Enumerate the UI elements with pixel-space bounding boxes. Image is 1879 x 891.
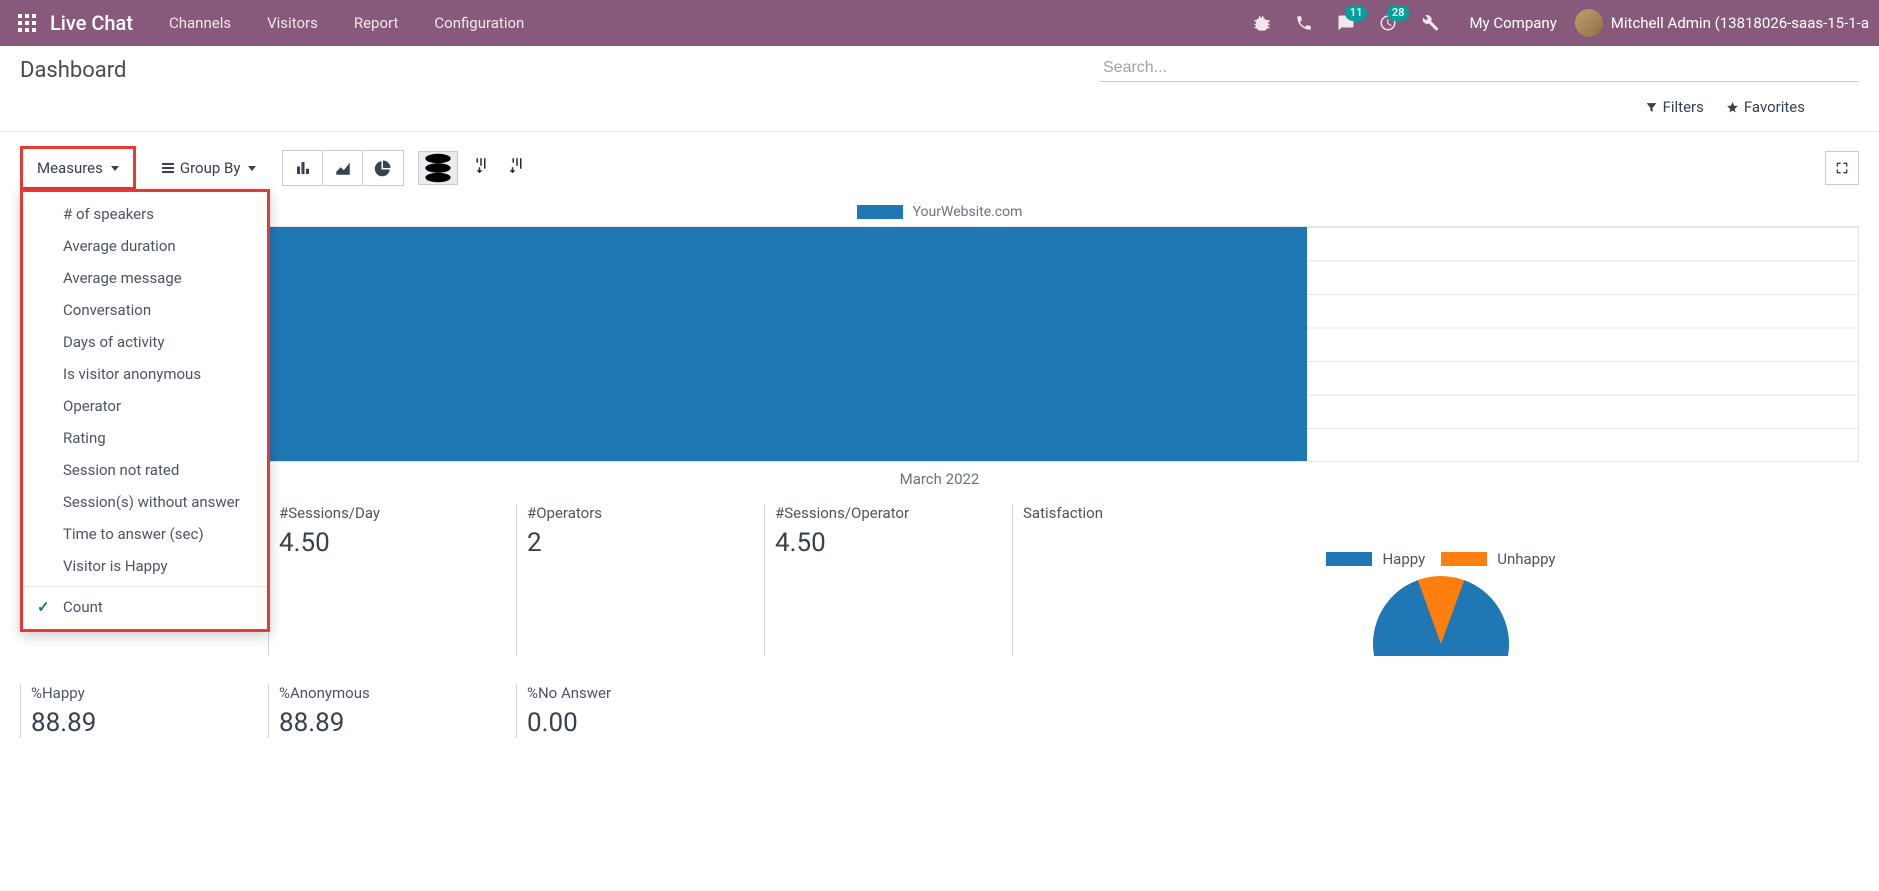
measure-count[interactable]: Count [23,591,267,623]
messages-badge: 11 [1345,5,1368,21]
favorites-label: Favorites [1744,98,1805,116]
stats-row-1: .. #Sessions/Day 4.50 #Operators 2 #Sess… [0,504,1879,656]
top-navbar: Live Chat Channels Visitors Report Confi… [0,0,1879,46]
sort-desc-icon[interactable] [508,156,532,180]
page-title: Dashboard [20,58,126,83]
caret-down-icon [248,166,256,171]
chart-legend: YourWebsite.com [20,200,1859,226]
stat-anonymous: %Anonymous 88.89 [268,684,516,738]
chart-area: YourWebsite.com March 2022 [0,200,1879,504]
measure-rating[interactable]: Rating [23,422,267,454]
legend-unhappy[interactable]: Unhappy [1441,550,1555,568]
measure-no-answer[interactable]: Session(s) without answer [23,486,267,518]
stat-value: 2 [527,528,754,558]
nav-channels[interactable]: Channels [169,14,231,32]
measure-avg-message[interactable]: Average message [23,262,267,294]
legend-unhappy-label: Unhappy [1497,550,1555,568]
sort-asc-icon[interactable] [472,156,496,180]
apps-grid-icon[interactable] [18,14,36,32]
stat-value: 0.00 [527,708,754,738]
satisfaction-legend: Happy Unhappy [1023,550,1859,568]
stats-row-2: %Happy 88.89 %Anonymous 88.89 %No Answer… [0,684,1879,738]
measures-button[interactable]: Measures [25,151,131,185]
stat-label: %Anonymous [279,684,506,702]
nav-configuration[interactable]: Configuration [434,14,524,32]
bar-chart-icon[interactable] [283,151,323,185]
measure-days-activity[interactable]: Days of activity [23,326,267,358]
measure-speakers[interactable]: # of speakers [23,198,267,230]
favorites-button[interactable]: Favorites [1726,98,1805,116]
phone-icon[interactable] [1289,8,1319,38]
avatar [1575,9,1603,37]
company-selector[interactable]: My Company [1469,14,1556,32]
graph-toolbar: Measures # of speakers Average duration … [0,132,1879,200]
search-input[interactable] [1103,59,1859,77]
legend-happy-label: Happy [1382,550,1425,568]
stat-value: 4.50 [279,528,506,558]
stat-sessions-day: #Sessions/Day 4.50 [268,504,516,656]
filters-label: Filters [1663,98,1704,116]
stat-no-answer: %No Answer 0.00 [516,684,764,738]
stat-label: #Sessions/Day [279,504,506,522]
pie-chart-icon[interactable] [363,151,403,185]
measures-highlight-box: Measures # of speakers Average duration … [20,146,136,190]
measure-conversation[interactable]: Conversation [23,294,267,326]
measure-avg-duration[interactable]: Average duration [23,230,267,262]
stat-happy: %Happy 88.89 [20,684,268,738]
chart-canvas [20,226,1859,462]
measures-dropdown: # of speakers Average duration Average m… [20,189,270,632]
stat-label: #Sessions/Operator [775,504,1002,522]
swatch-unhappy [1441,552,1487,566]
swatch-happy [1326,552,1372,566]
stat-operators: #Operators 2 [516,504,764,656]
wrench-icon[interactable] [1415,8,1445,38]
clock-icon[interactable]: 28 [1373,8,1403,38]
user-name: Mitchell Admin (13818026-saas-15-1-a [1611,14,1869,32]
stat-label: %No Answer [527,684,754,702]
groupby-label: Group By [180,159,241,177]
caret-down-icon [111,166,119,171]
search-bar[interactable] [1099,59,1859,82]
measures-label: Measures [37,159,103,177]
stacked-icon[interactable] [418,151,458,185]
satisfaction-pie[interactable] [1373,576,1509,656]
list-icon [162,163,174,173]
legend-swatch [857,205,903,219]
stat-value: 88.89 [279,708,506,738]
measure-visitor-happy[interactable]: Visitor is Happy [23,550,267,582]
stat-sessions-operator: #Sessions/Operator 4.50 [764,504,1012,656]
measure-operator[interactable]: Operator [23,390,267,422]
user-menu[interactable]: Mitchell Admin (13818026-saas-15-1-a [1575,9,1869,37]
satisfaction-panel: Satisfaction Happy Unhappy [1012,504,1859,656]
messages-icon[interactable]: 11 [1331,8,1361,38]
activities-badge: 28 [1387,5,1410,21]
stat-value: 4.50 [775,528,1002,558]
app-brand[interactable]: Live Chat [50,11,133,35]
measure-not-rated[interactable]: Session not rated [23,454,267,486]
measure-anonymous[interactable]: Is visitor anonymous [23,358,267,390]
groupby-button[interactable]: Group By [150,151,269,185]
stat-value: 88.89 [31,708,258,738]
chart-type-group [282,150,404,186]
control-panel: Dashboard Filters Favorites [0,46,1879,132]
nav-report[interactable]: Report [354,14,399,32]
legend-item[interactable]: YourWebsite.com [857,204,1023,220]
satisfaction-title: Satisfaction [1023,504,1859,522]
filters-button[interactable]: Filters [1645,98,1704,116]
line-chart-icon[interactable] [323,151,363,185]
legend-happy[interactable]: Happy [1326,550,1425,568]
legend-label: YourWebsite.com [913,204,1023,220]
nav-visitors[interactable]: Visitors [267,14,318,32]
measure-time-answer[interactable]: Time to answer (sec) [23,518,267,550]
stat-label: %Happy [31,684,258,702]
chart-x-label: March 2022 [20,462,1859,504]
bug-icon[interactable] [1247,8,1277,38]
expand-icon[interactable] [1825,151,1859,185]
stat-label: #Operators [527,504,754,522]
